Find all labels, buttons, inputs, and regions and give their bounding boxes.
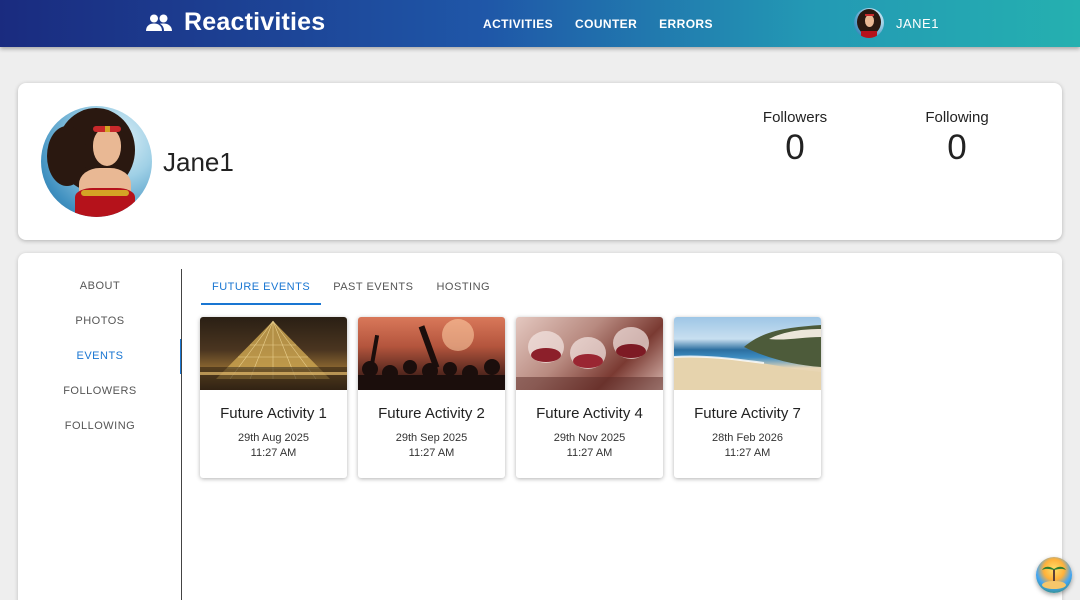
event-title: Future Activity 2 [378,405,485,422]
event-date: 28th Feb 2026 [712,432,783,444]
event-card-grid: Future Activity 1 29th Aug 2025 11:27 AM [200,317,821,478]
tab-past-events[interactable]: PAST EVENTS [322,270,424,305]
event-image-concert [358,317,505,390]
user-avatar [854,8,884,38]
side-tab-photos[interactable]: PHOTOS [18,304,182,339]
nav-activities[interactable]: ACTIVITIES [472,9,564,39]
following-label: Following [925,109,989,126]
nav-counter[interactable]: COUNTER [564,9,648,39]
top-navbar: Reactivities ACTIVITIES COUNTER ERRORS J… [0,0,1080,47]
event-time: 11:27 AM [724,447,771,459]
events-tabs: FUTURE EVENTS PAST EVENTS HOSTING [201,270,502,305]
side-tab-followers[interactable]: FOLLOWERS [18,374,182,409]
side-tab-events[interactable]: EVENTS [18,339,182,374]
event-title: Future Activity 1 [220,405,327,422]
event-date: 29th Sep 2025 [395,432,468,444]
profile-display-name: Jane1 [163,147,234,177]
event-time: 11:27 AM [566,447,613,459]
tab-future-events[interactable]: FUTURE EVENTS [201,270,322,305]
event-time: 11:27 AM [250,447,297,459]
event-image-beach [674,317,821,390]
main-nav: ACTIVITIES COUNTER ERRORS [472,0,724,47]
event-title: Future Activity 4 [536,405,643,422]
event-date: 29th Aug 2025 [238,432,309,444]
event-title: Future Activity 7 [694,405,801,422]
followers-count: 0 [785,128,805,167]
event-card[interactable]: Future Activity 2 29th Sep 2025 11:27 AM [358,317,505,478]
followers-label: Followers [762,109,828,126]
tab-hosting[interactable]: HOSTING [425,270,501,305]
event-image-louvre [200,317,347,390]
profile-header-card: Jane1 Followers 0 Following 0 [18,83,1062,240]
following-stat: Following 0 [897,109,1017,168]
following-count: 0 [947,128,967,167]
event-date: 29th Nov 2025 [553,432,626,444]
beach-palm-icon [1042,566,1066,589]
user-name: JANE1 [896,15,939,31]
event-card[interactable]: Future Activity 7 28th Feb 2026 11:27 AM [674,317,821,478]
event-card[interactable]: Future Activity 1 29th Aug 2025 11:27 AM [200,317,347,478]
side-tab-about[interactable]: ABOUT [18,269,182,304]
side-nav-divider [181,269,182,600]
profile-side-nav: ABOUT PHOTOS EVENTS FOLLOWERS FOLLOWING [18,269,182,444]
brand-link[interactable]: Reactivities [146,8,325,37]
followers-stat: Followers 0 [735,109,855,168]
brand-title: Reactivities [184,8,326,36]
profile-content-card: ABOUT PHOTOS EVENTS FOLLOWERS FOLLOWING … [18,253,1062,600]
nav-errors[interactable]: ERRORS [648,9,724,39]
event-image-wine [516,317,663,390]
side-tab-following[interactable]: FOLLOWING [18,409,182,444]
user-menu[interactable]: JANE1 [854,8,939,38]
profile-avatar [41,106,152,217]
event-time: 11:27 AM [408,447,455,459]
group-icon [146,14,172,31]
floating-app-icon-button[interactable] [1036,557,1072,593]
event-card[interactable]: Future Activity 4 29th Nov 2025 11:27 AM [516,317,663,478]
